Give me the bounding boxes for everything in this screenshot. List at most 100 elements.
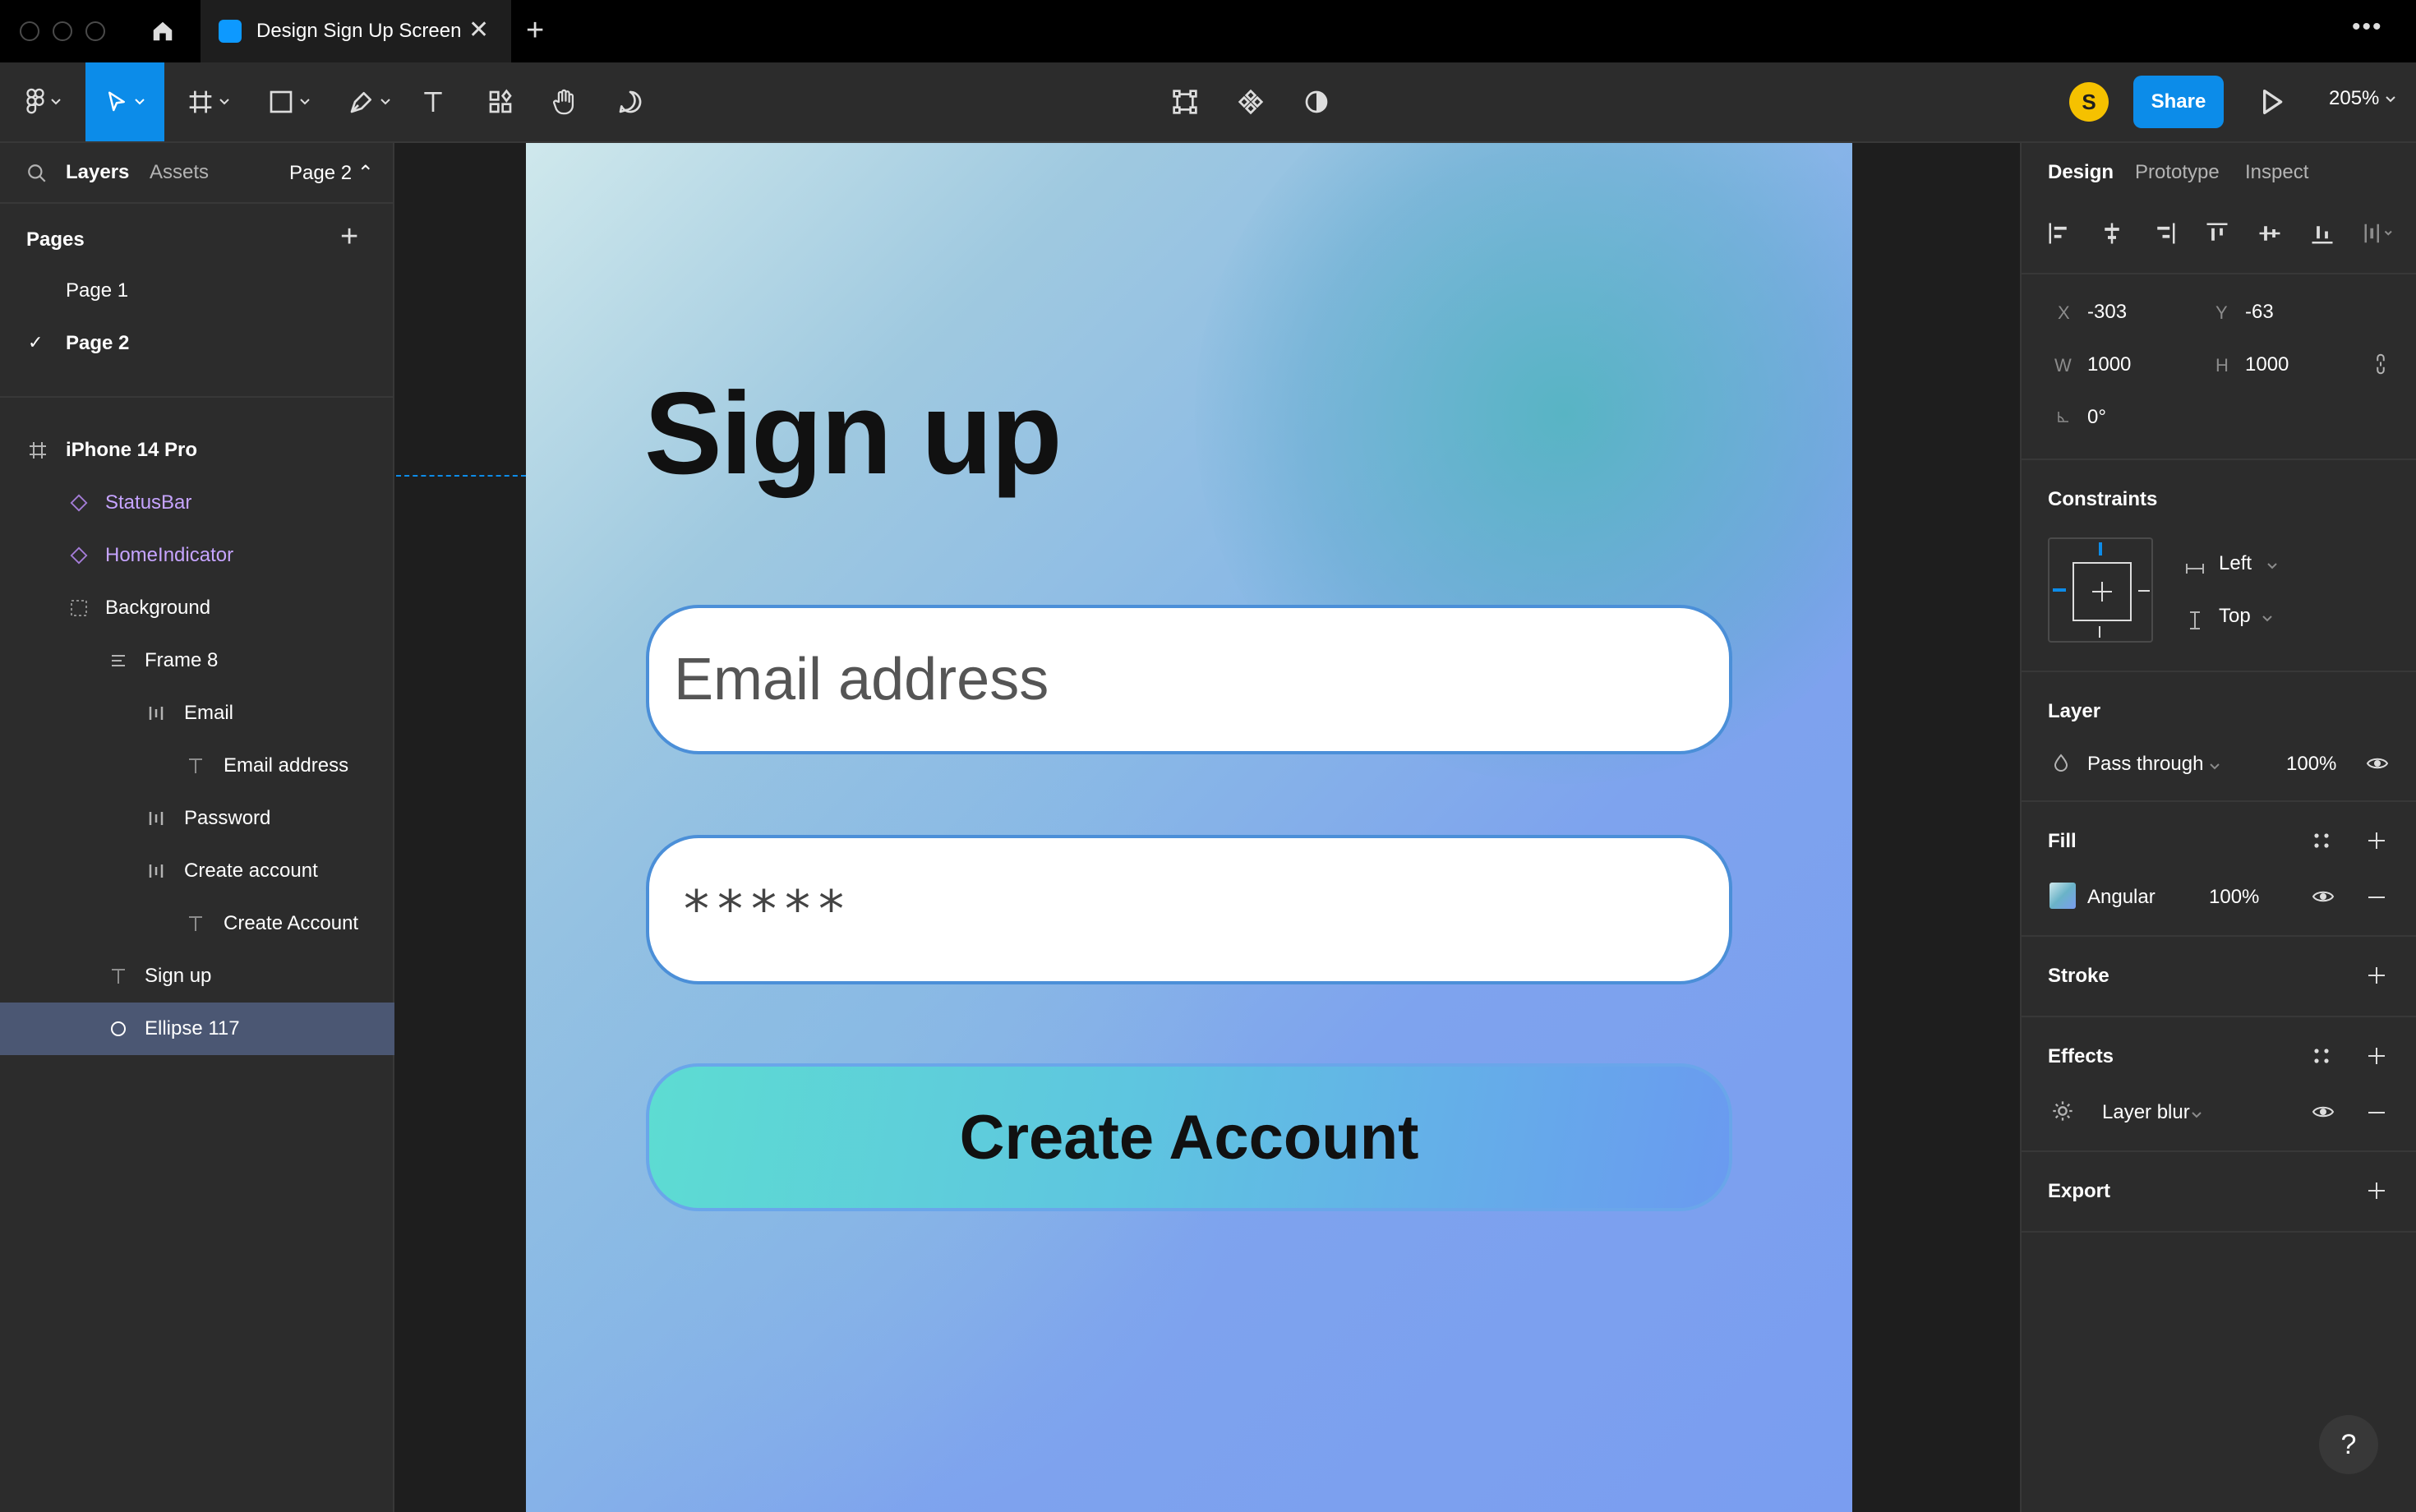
user-avatar[interactable]: S (2069, 82, 2109, 122)
file-tab[interactable]: Design Sign Up Screen ✕ (201, 0, 511, 62)
email-input[interactable] (674, 608, 1701, 751)
comment-tool[interactable] (613, 62, 648, 141)
effects-heading: Effects (2048, 1045, 2114, 1067)
password-field[interactable]: ***** (646, 835, 1732, 984)
new-tab-button[interactable]: + (526, 13, 544, 48)
pen-tool[interactable] (339, 62, 401, 141)
more-menu-icon[interactable]: ••• (2352, 13, 2383, 41)
email-field[interactable] (646, 605, 1732, 754)
layer-row[interactable]: Email (0, 687, 394, 740)
layer-row[interactable]: StatusBar (0, 477, 394, 529)
mask-button[interactable] (1298, 62, 1335, 141)
layer-row[interactable]: HomeIndicator (0, 529, 394, 582)
resources-tool[interactable] (483, 62, 518, 141)
chevron-down-icon[interactable] (2209, 763, 2220, 771)
add-export-icon[interactable] (2362, 1177, 2391, 1205)
layer-row[interactable]: iPhone 14 Pro (0, 424, 394, 477)
chevron-down-icon[interactable] (2191, 1111, 2202, 1119)
main-menu-button[interactable] (15, 62, 72, 141)
vertical-constraint-select[interactable]: Top (2219, 605, 2251, 628)
y-input[interactable]: -63 (2245, 301, 2274, 324)
create-account-button[interactable]: Create Account (646, 1063, 1732, 1211)
frame-tool[interactable] (178, 62, 240, 141)
constrain-proportions-icon[interactable] (2368, 350, 2393, 378)
constraint-right[interactable] (2138, 590, 2150, 592)
effect-type-select[interactable]: Layer blur (2102, 1101, 2190, 1124)
canvas[interactable]: Sign up ***** Create Account (396, 143, 2020, 1512)
tab-prototype[interactable]: Prototype (2135, 161, 2220, 184)
layer-row[interactable]: Email address (0, 740, 394, 792)
layer-opacity-input[interactable]: 100% (2286, 753, 2336, 776)
tab-close-icon[interactable]: ✕ (468, 16, 489, 44)
eye-icon[interactable] (2363, 751, 2391, 776)
height-input[interactable]: 1000 (2245, 353, 2289, 376)
hand-tool[interactable] (547, 62, 582, 141)
x-input[interactable]: -303 (2087, 301, 2127, 324)
add-stroke-icon[interactable] (2362, 961, 2391, 989)
layer-row[interactable]: Create Account (0, 897, 394, 950)
constraint-left-active[interactable] (2053, 588, 2066, 592)
present-button[interactable] (2255, 84, 2288, 124)
fill-type[interactable]: Angular (2087, 886, 2155, 909)
distribute-icon[interactable] (2358, 219, 2400, 248)
eye-icon[interactable] (2309, 1099, 2337, 1124)
align-horizontal-center-icon[interactable] (2097, 219, 2127, 248)
align-top-icon[interactable] (2202, 219, 2232, 248)
constraint-bottom[interactable] (2099, 626, 2100, 638)
constraints-widget[interactable] (2048, 537, 2153, 643)
horizontal-constraint-select[interactable]: Left (2219, 552, 2252, 575)
page-item[interactable]: ✓ Page 2 (0, 317, 394, 370)
align-bottom-icon[interactable] (2308, 219, 2337, 248)
style-grid-icon[interactable] (2309, 1044, 2334, 1068)
chevron-down-icon[interactable] (2262, 615, 2273, 623)
tab-inspect[interactable]: Inspect (2245, 161, 2308, 184)
layer-row[interactable]: Frame 8 (0, 634, 394, 687)
style-grid-icon[interactable] (2309, 828, 2334, 853)
fill-opacity-input[interactable]: 100% (2209, 886, 2259, 909)
rotation-input[interactable]: 0° (2087, 406, 2106, 429)
share-button[interactable]: Share (2133, 76, 2224, 128)
add-page-button[interactable]: + (340, 220, 358, 253)
layer-row[interactable]: Create account (0, 845, 394, 897)
chevron-down-icon[interactable] (2385, 95, 2396, 104)
layer-row[interactable]: Password (0, 792, 394, 845)
shape-tool[interactable] (258, 62, 320, 141)
move-tool[interactable] (85, 62, 164, 141)
page-selector[interactable]: Page 2 ⌃ (289, 161, 374, 185)
window-zoom-dot[interactable] (85, 21, 105, 41)
remove-fill-icon[interactable] (2362, 886, 2391, 909)
align-vertical-center-icon[interactable] (2255, 219, 2285, 248)
effect-settings-icon[interactable] (2048, 1096, 2077, 1126)
fill-swatch[interactable] (2049, 883, 2076, 909)
align-right-icon[interactable] (2150, 219, 2179, 248)
edit-object-button[interactable] (1167, 62, 1203, 141)
iphone-frame[interactable]: Sign up ***** Create Account (526, 143, 1852, 1512)
constraint-top-active[interactable] (2099, 542, 2102, 555)
tab-assets[interactable]: Assets (150, 161, 209, 184)
page-item[interactable]: Page 1 (0, 265, 394, 317)
add-effect-icon[interactable] (2362, 1042, 2391, 1070)
tab-layers[interactable]: Layers (66, 161, 129, 184)
layer-heading: Layer (2048, 700, 2101, 722)
tab-design[interactable]: Design (2048, 161, 2114, 184)
zoom-level[interactable]: 205% (2329, 87, 2379, 110)
add-fill-icon[interactable] (2362, 827, 2391, 855)
remove-effect-icon[interactable] (2362, 1101, 2391, 1124)
home-button[interactable] (133, 12, 192, 51)
layer-row[interactable]: Background (0, 582, 394, 634)
search-icon[interactable] (26, 163, 48, 184)
align-left-icon[interactable] (2045, 219, 2074, 248)
window-close-dot[interactable] (20, 21, 39, 41)
layer-row-selected[interactable]: Ellipse 117 (0, 1003, 394, 1055)
text-tool[interactable] (416, 62, 450, 141)
eye-icon[interactable] (2309, 884, 2337, 909)
width-input[interactable]: 1000 (2087, 353, 2131, 376)
help-button[interactable]: ? (2319, 1415, 2378, 1474)
layer-row[interactable]: Sign up (0, 950, 394, 1003)
password-value[interactable]: ***** (684, 879, 852, 939)
window-minimize-dot[interactable] (53, 21, 72, 41)
auto-layout-horizontal-icon (143, 858, 169, 884)
blend-mode-select[interactable]: Pass through (2087, 753, 2203, 776)
chevron-down-icon[interactable] (2266, 562, 2278, 570)
component-button[interactable] (1233, 62, 1269, 141)
